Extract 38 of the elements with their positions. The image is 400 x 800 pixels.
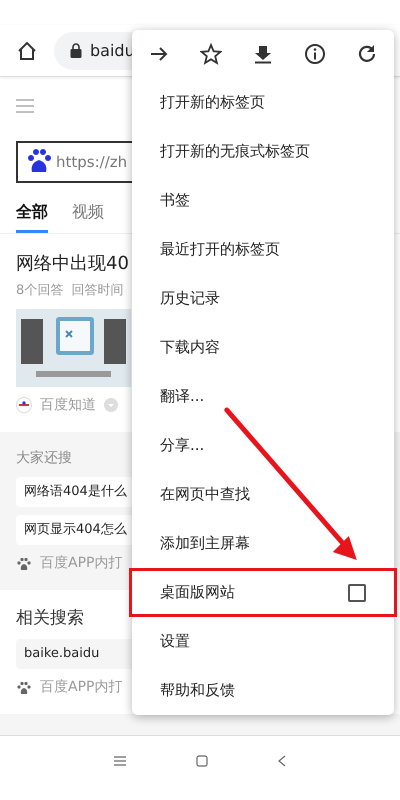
menu-item-label: 书签 xyxy=(160,190,190,212)
menu-item[interactable]: 帮助和反馈 xyxy=(129,666,397,715)
lock-icon xyxy=(70,43,82,58)
tab[interactable]: 全部 xyxy=(16,199,48,233)
menu-item[interactable]: 历史记录 xyxy=(129,274,397,323)
menu-item-label: 打开新的标签页 xyxy=(160,92,265,114)
home-icon[interactable] xyxy=(16,40,38,62)
back-icon[interactable] xyxy=(278,754,286,766)
menu-item[interactable]: 最近打开的标签页 xyxy=(129,225,397,274)
menu-item-label: 最近打开的标签页 xyxy=(160,239,280,260)
tab[interactable]: 视频 xyxy=(72,199,104,233)
checkbox[interactable] xyxy=(348,584,366,602)
menu-item-label: 分享... xyxy=(160,435,204,456)
search-url-text: https://zh xyxy=(56,152,128,173)
menu-icon[interactable] xyxy=(16,98,34,113)
section-heading: 相关搜索 xyxy=(16,606,84,630)
paw-icon xyxy=(16,556,32,570)
download-icon[interactable] xyxy=(252,43,274,65)
section-heading: 大家还搜 xyxy=(16,448,72,468)
menu-item[interactable]: 打开新的标签页 xyxy=(129,78,397,127)
menu-item[interactable]: 翻译... xyxy=(129,372,397,421)
menu-item-label: 历史记录 xyxy=(160,288,220,310)
star-icon[interactable] xyxy=(200,43,222,65)
menu-icon[interactable] xyxy=(114,756,126,766)
menu-item-label: 翻译... xyxy=(160,386,204,408)
paw-icon xyxy=(16,680,32,695)
menu-item[interactable]: 分享... xyxy=(129,421,397,470)
meta-text: 8个回答 xyxy=(16,282,64,300)
meta-text: 回答时间 xyxy=(71,282,124,300)
menu-item-label: 桌面版网站 xyxy=(160,582,235,604)
menu-item-label: 帮助和反馈 xyxy=(160,680,235,702)
info-icon[interactable] xyxy=(304,43,326,65)
menu-item[interactable]: 下载内容 xyxy=(129,323,397,372)
menu-item-label: 下载内容 xyxy=(160,337,220,358)
menu-item[interactable]: 桌面版网站 xyxy=(129,568,397,617)
home-square-icon[interactable] xyxy=(196,754,208,766)
source-logo-icon xyxy=(16,397,32,413)
reload-icon[interactable] xyxy=(356,43,378,65)
